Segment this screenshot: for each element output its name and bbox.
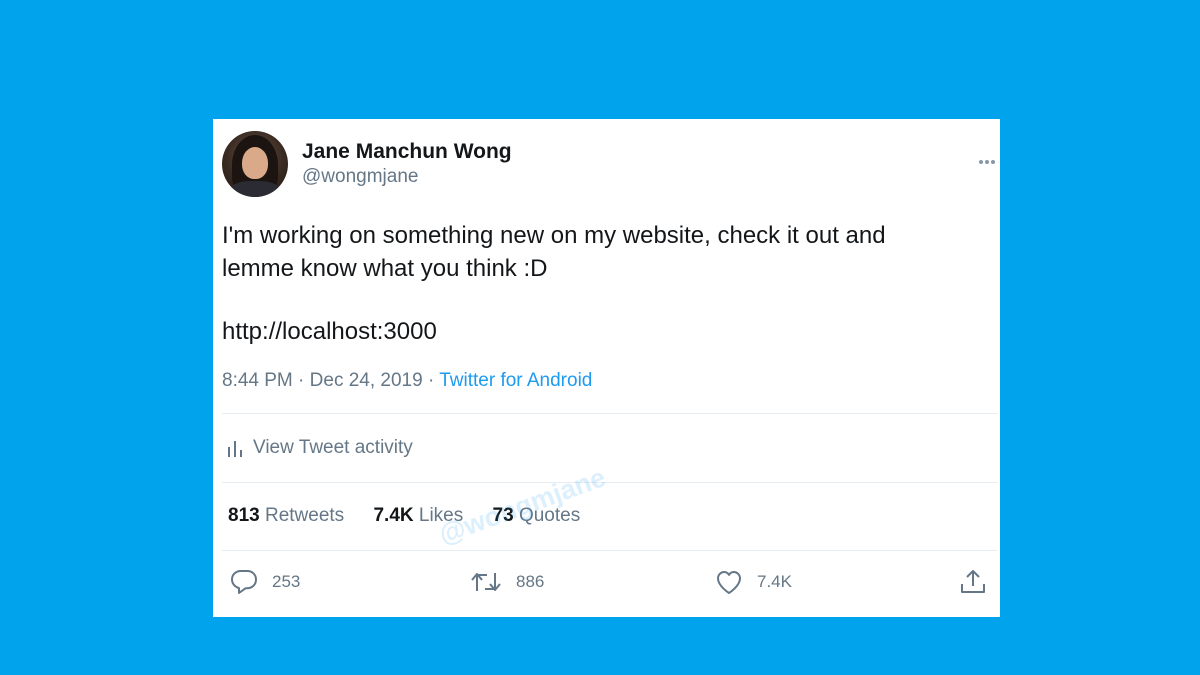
author-name[interactable]: Jane Manchun Wong (302, 140, 512, 164)
retweets-stat[interactable]: 813 Retweets (228, 505, 344, 526)
divider (222, 482, 997, 483)
divider (222, 550, 997, 551)
likes-count: 7.4K (373, 505, 414, 526)
heart-icon (715, 569, 743, 595)
tweet-text-line: I'm working on something new on my websi… (222, 222, 886, 249)
tweet-date[interactable]: Dec 24, 2019 (310, 370, 423, 391)
reply-icon (230, 569, 258, 595)
view-tweet-activity-button[interactable]: View Tweet activity (227, 437, 413, 459)
retweets-label: Retweets (264, 505, 345, 526)
share-icon (959, 569, 987, 595)
more-icon[interactable] (977, 157, 997, 167)
reply-count: 253 (272, 572, 301, 591)
share-button[interactable] (959, 569, 987, 595)
author-handle[interactable]: @wongmjane (302, 166, 418, 188)
meta-separator: · (298, 370, 305, 391)
reply-button[interactable]: 253 (230, 569, 300, 595)
divider (222, 413, 997, 414)
tweet-meta: 8:44 PM · Dec 24, 2019 · Twitter for And… (222, 370, 592, 392)
like-button[interactable]: 7.4K (715, 569, 792, 595)
avatar-shirt (228, 181, 282, 197)
avatar[interactable] (222, 131, 288, 197)
retweet-count: 886 (516, 572, 545, 591)
bar-chart-icon (227, 438, 243, 458)
retweet-icon (470, 569, 502, 595)
like-count: 7.4K (757, 572, 792, 591)
tweet-source-link[interactable]: Twitter for Android (439, 370, 592, 391)
tweet-card: Jane Manchun Wong @wongmjane I'm working… (213, 119, 1000, 617)
retweet-button[interactable]: 886 (470, 569, 544, 595)
avatar-face (242, 147, 268, 179)
tweet-time[interactable]: 8:44 PM (222, 370, 293, 391)
activity-label: View Tweet activity (253, 437, 413, 458)
meta-separator: · (427, 370, 435, 391)
tweet-text-line: lemme know what you think :D (222, 255, 548, 282)
tweet-url: http://localhost:3000 (222, 318, 437, 345)
retweets-count: 813 (228, 505, 260, 526)
tweet-text: I'm working on something new on my websi… (222, 219, 982, 348)
